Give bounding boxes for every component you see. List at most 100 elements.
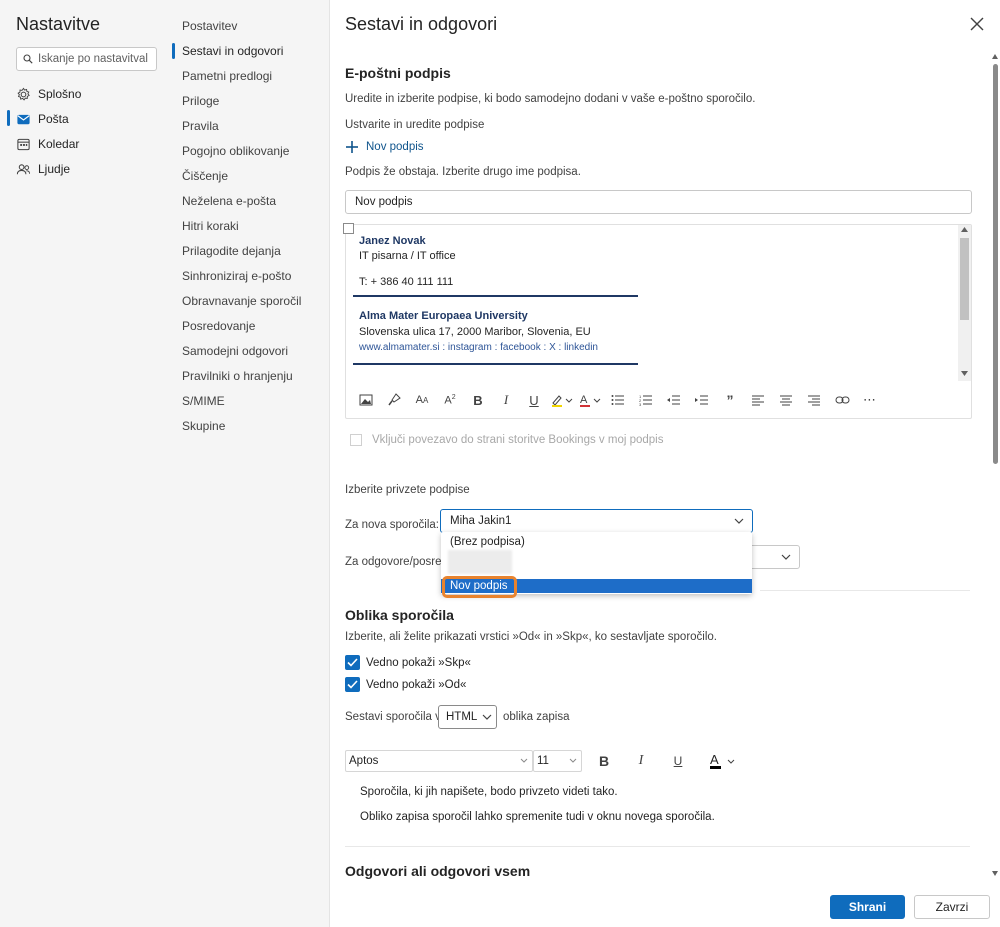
underline-icon: U	[529, 392, 539, 408]
scroll-up-icon[interactable]	[961, 227, 968, 232]
more-options-button[interactable]: ⋯	[856, 389, 884, 411]
nav-item-junk-email[interactable]: Neželena e-pošta	[182, 192, 276, 210]
insert-link-button[interactable]	[828, 389, 856, 411]
nav-item-customize-actions[interactable]: Prilagodite dejanja	[182, 242, 281, 260]
nav-item-sync-email[interactable]: Sinhroniziraj e-pošto	[182, 267, 291, 285]
nav-item-layout[interactable]: Postavitev	[182, 17, 237, 35]
format-painter-button[interactable]	[380, 389, 408, 411]
numbered-list-button[interactable]: 123	[632, 389, 660, 411]
settings-search-input[interactable]	[38, 53, 148, 65]
font-family-select[interactable]: Aptos	[345, 750, 533, 772]
bookings-checkbox-row: Vključi povezavo do strani storitve Book…	[350, 434, 663, 446]
scroll-up-icon[interactable]	[992, 54, 998, 59]
increase-indent-icon	[695, 395, 708, 405]
always-show-from-checkbox[interactable]	[345, 677, 360, 692]
search-icon	[23, 54, 33, 64]
scroll-down-icon[interactable]	[992, 871, 998, 876]
close-button[interactable]	[964, 11, 990, 37]
category-mail[interactable]: Pošta	[16, 109, 69, 129]
format-preview-line1: Sporočila, ki jih napišete, bodo privzet…	[360, 786, 618, 798]
category-general[interactable]: Splošno	[16, 84, 81, 104]
align-center-button[interactable]	[772, 389, 800, 411]
checkmark-icon	[347, 658, 358, 667]
nav-item-smime[interactable]: S/MIME	[182, 392, 225, 410]
category-label: Koledar	[38, 137, 80, 151]
nav-item-sweep[interactable]: Čiščenje	[182, 167, 228, 185]
compose-format-select[interactable]: HTML	[438, 705, 497, 729]
signature-person-name: Janez Novak	[359, 235, 426, 247]
nav-item-smart-suggestions[interactable]: Pametni predlogi	[182, 67, 272, 85]
dropdown-option-no-signature[interactable]: (Brez podpisa)	[441, 535, 752, 549]
highlight-annotation	[442, 576, 517, 598]
svg-text:3: 3	[639, 402, 642, 406]
category-label: Splošno	[38, 87, 82, 101]
highlighter-icon	[552, 395, 573, 407]
default-font-color-button[interactable]: A	[704, 751, 738, 771]
new-signature-button[interactable]: Nov podpis	[345, 140, 424, 154]
align-right-button[interactable]	[800, 389, 828, 411]
nav-item-automatic-replies[interactable]: Samodejni odgovori	[182, 342, 288, 360]
section-divider	[345, 846, 970, 847]
nav-item-groups[interactable]: Skupine	[182, 417, 225, 435]
default-italic-button[interactable]: I	[629, 751, 653, 771]
scroll-down-icon[interactable]	[961, 371, 968, 376]
signature-description: Uredite in izberite podpise, ki bodo sam…	[345, 93, 756, 105]
signature-editor-toolbar: AA A2 B I U A 123 ” ⋯	[352, 389, 884, 411]
chevron-down-icon	[734, 518, 744, 524]
mail-icon	[17, 114, 30, 124]
discard-button[interactable]: Zavrzi	[914, 895, 990, 919]
bold-button[interactable]: B	[464, 389, 492, 411]
section-divider	[760, 590, 970, 591]
nav-item-retention-policies[interactable]: Pravilniki o hranjenju	[182, 367, 293, 385]
font-size-button[interactable]: AA	[408, 389, 436, 411]
font-size-select[interactable]: 11	[533, 750, 582, 772]
decrease-indent-button[interactable]	[660, 389, 688, 411]
signature-phone: T: + 386 40 111 111	[359, 276, 454, 288]
calendar-icon	[17, 138, 30, 150]
category-label: Pošta	[38, 112, 69, 126]
signature-heading: E-poštni podpis	[345, 65, 451, 81]
italic-icon: I	[503, 392, 509, 407]
font-family-value: Aptos	[349, 755, 379, 767]
always-show-bcc-checkbox[interactable]	[345, 655, 360, 670]
save-button[interactable]: Shrani	[830, 895, 905, 919]
nav-item-quick-steps[interactable]: Hitri koraki	[182, 217, 239, 235]
insert-image-button[interactable]	[352, 389, 380, 411]
plus-icon	[346, 141, 358, 153]
superscript-button[interactable]: A2	[436, 389, 464, 411]
dropdown-option-blurred[interactable]	[448, 550, 512, 574]
format-suffix-label: oblika zapisa	[503, 711, 570, 723]
highlight-button[interactable]	[548, 389, 576, 411]
increase-indent-button[interactable]	[688, 389, 716, 411]
new-messages-signature-select[interactable]: Miha Jakin1	[440, 509, 753, 533]
default-underline-button[interactable]: U	[666, 751, 690, 771]
align-left-button[interactable]	[744, 389, 772, 411]
nav-item-forwarding[interactable]: Posredovanje	[182, 317, 255, 335]
nav-item-rules[interactable]: Pravila	[182, 117, 219, 135]
always-show-bcc-row[interactable]: Vedno pokaži »Skp«	[345, 655, 471, 670]
always-show-from-row[interactable]: Vedno pokaži »Od«	[345, 677, 466, 692]
nav-item-compose-reply[interactable]: Sestavi in odgovori	[182, 42, 283, 60]
bullet-list-button[interactable]	[604, 389, 632, 411]
nav-item-message-handling[interactable]: Obravnavanje sporočil	[182, 292, 301, 310]
editor-scroll-thumb[interactable]	[960, 238, 969, 320]
underline-button[interactable]: U	[520, 389, 548, 411]
signature-name-input[interactable]: Nov podpis	[345, 190, 972, 214]
paintbrush-icon	[388, 393, 401, 406]
nav-item-conditional-formatting[interactable]: Pogojno oblikovanje	[182, 142, 289, 160]
underline-icon: U	[673, 754, 683, 768]
quote-button[interactable]: ”	[716, 389, 744, 411]
image-icon	[359, 394, 373, 406]
superscript-icon: A2	[444, 393, 456, 407]
category-calendar[interactable]: Koledar	[16, 134, 79, 154]
nav-item-attachments[interactable]: Priloge	[182, 92, 219, 110]
default-bold-button[interactable]: B	[592, 751, 616, 771]
italic-button[interactable]: I	[492, 389, 520, 411]
signature-links[interactable]: www.almamater.si : instagram : facebook …	[359, 342, 598, 353]
settings-search-box[interactable]	[16, 47, 157, 71]
nav-active-indicator	[172, 43, 175, 59]
page-scroll-thumb[interactable]	[993, 64, 998, 464]
font-color-button[interactable]: A	[576, 389, 604, 411]
font-color-icon: A	[710, 753, 735, 769]
category-people[interactable]: Ljudje	[16, 159, 70, 179]
